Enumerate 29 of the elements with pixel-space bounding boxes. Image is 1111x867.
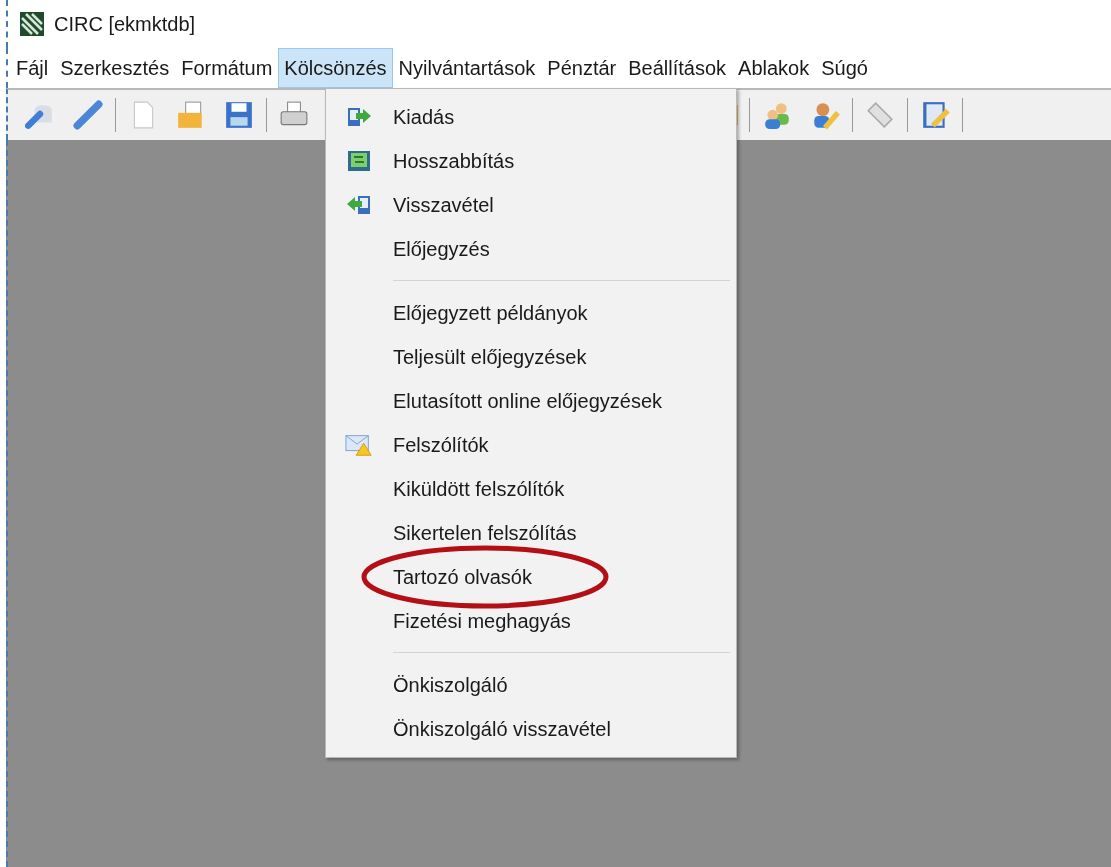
window-title: CIRC [ekmktdb] [54, 12, 196, 36]
menu-bar-item[interactable]: Ablakok [732, 48, 816, 88]
menu-item[interactable]: Felszólítók [393, 433, 489, 457]
menu-bar-item[interactable]: Kölcsönzés [278, 48, 393, 88]
menu-bar-item[interactable]: Szerkesztés [54, 48, 176, 88]
menu-bar-item[interactable]: Pénztár [541, 48, 623, 88]
menu-bar-item[interactable]: Súgó [815, 48, 874, 88]
menu-bar-item[interactable]: Nyilvántartások [392, 48, 542, 88]
menu-item[interactable]: Kiküldött felszólítók [393, 477, 565, 501]
menu-item[interactable]: Teljesült előjegyzések [393, 345, 587, 369]
users-icon[interactable] [762, 100, 792, 130]
menu-item[interactable]: Elutasított online előjegyzések [393, 389, 663, 413]
warning-envelope-icon [344, 433, 373, 457]
menu-item[interactable]: Visszavétel [393, 193, 494, 217]
menu-item[interactable]: Fizetési meghagyás [393, 609, 571, 633]
menu-item[interactable]: Előjegyzett példányok [393, 301, 588, 325]
menu-item[interactable]: Sikertelen felszólítás [393, 521, 577, 545]
menu-bar-item[interactable]: Fájl [10, 48, 55, 88]
menu-item[interactable]: Kiadás [393, 105, 455, 129]
notebook-edit-icon[interactable] [920, 100, 950, 130]
menu-bar-item[interactable]: Formátum [175, 48, 279, 88]
save-icon[interactable] [224, 100, 254, 130]
tag-icon[interactable] [865, 100, 895, 130]
menu-item[interactable]: Hosszabbítás [393, 149, 515, 173]
menu-item[interactable]: Előjegyzés [393, 237, 490, 261]
menu-bar-item[interactable]: Beállítások [622, 48, 733, 88]
menu-item[interactable]: Önkiszolgáló visszavétel [393, 717, 611, 741]
app-logo-icon [20, 12, 44, 36]
menu-item[interactable]: Önkiszolgáló [393, 673, 508, 697]
